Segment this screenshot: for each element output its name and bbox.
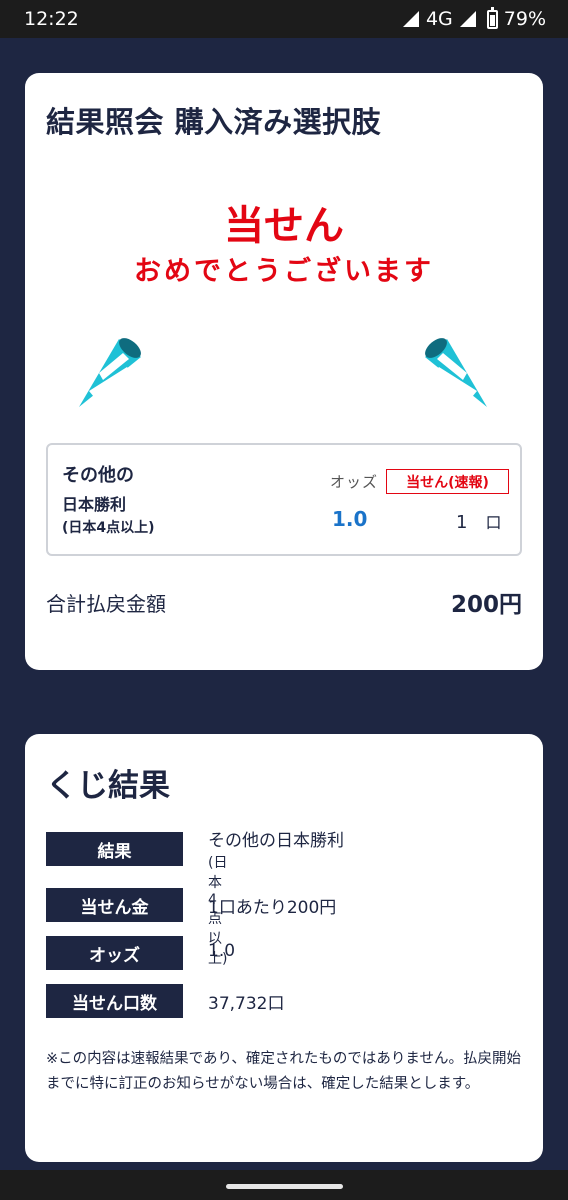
card-title: 結果照会 購入済み選択肢 [46, 105, 382, 139]
purchase-result-card: 結果照会 購入済み選択肢 当せん おめでとうございます その他の 日本勝利 (日… [25, 73, 543, 670]
status-bar: 12:22 4G 79% [0, 0, 568, 38]
total-payout-label: 合計払戻金額 [46, 592, 166, 616]
units-number: 1 [456, 512, 468, 533]
status-time: 12:22 [24, 8, 79, 30]
status-badge: 当せん(速報) [386, 469, 509, 494]
win-title: 当せん [224, 203, 344, 249]
units-count: 1口 [456, 509, 501, 533]
party-popper-icon [425, 338, 487, 407]
disclaimer-note: ※この内容は速報結果であり、確定されたものではありません。払戻開始までに特に訂正… [46, 1051, 521, 1092]
selection-name: 日本勝利 [62, 495, 127, 514]
network-type: 4G [425, 8, 453, 30]
result-label: オッズ [46, 936, 183, 970]
result-label: 当せん金 [46, 888, 183, 922]
result-value: 37,732口 [208, 994, 285, 1014]
party-popper-icon [79, 338, 141, 407]
selection-name: その他の [62, 465, 134, 486]
result-value: 1.0 [208, 941, 236, 961]
result-label: 当せん口数 [46, 984, 183, 1018]
home-gesture-handle[interactable] [226, 1184, 343, 1189]
signal-icon [459, 11, 476, 27]
units-suffix: 口 [485, 513, 502, 532]
selection-condition: (日本4点以上) [62, 520, 155, 536]
total-payout-value: 200円 [450, 592, 522, 618]
odds-value: 1.0 [332, 507, 368, 531]
signal-icon [402, 11, 419, 27]
navigation-bar [0, 1170, 568, 1200]
selection-box: その他の 日本勝利 (日本4点以上) オッズ 1.0 当せん(速報) 1口 [46, 443, 522, 556]
status-icons: 4G 79% [402, 6, 546, 30]
battery-icon [486, 6, 498, 29]
result-value: その他の日本勝利 [208, 831, 344, 851]
result-value: 1口あたり200円 [208, 898, 337, 918]
battery-percent: 79% [503, 8, 546, 30]
win-message: おめでとうございます [134, 256, 434, 287]
odds-label: オッズ [330, 473, 379, 491]
result-title: くじ結果 [46, 768, 170, 804]
result-label: 結果 [46, 832, 183, 866]
lottery-result-card: くじ結果 結果 その他の日本勝利 (日本4点以上) 当せん金 1口あたり200円… [25, 734, 543, 1162]
